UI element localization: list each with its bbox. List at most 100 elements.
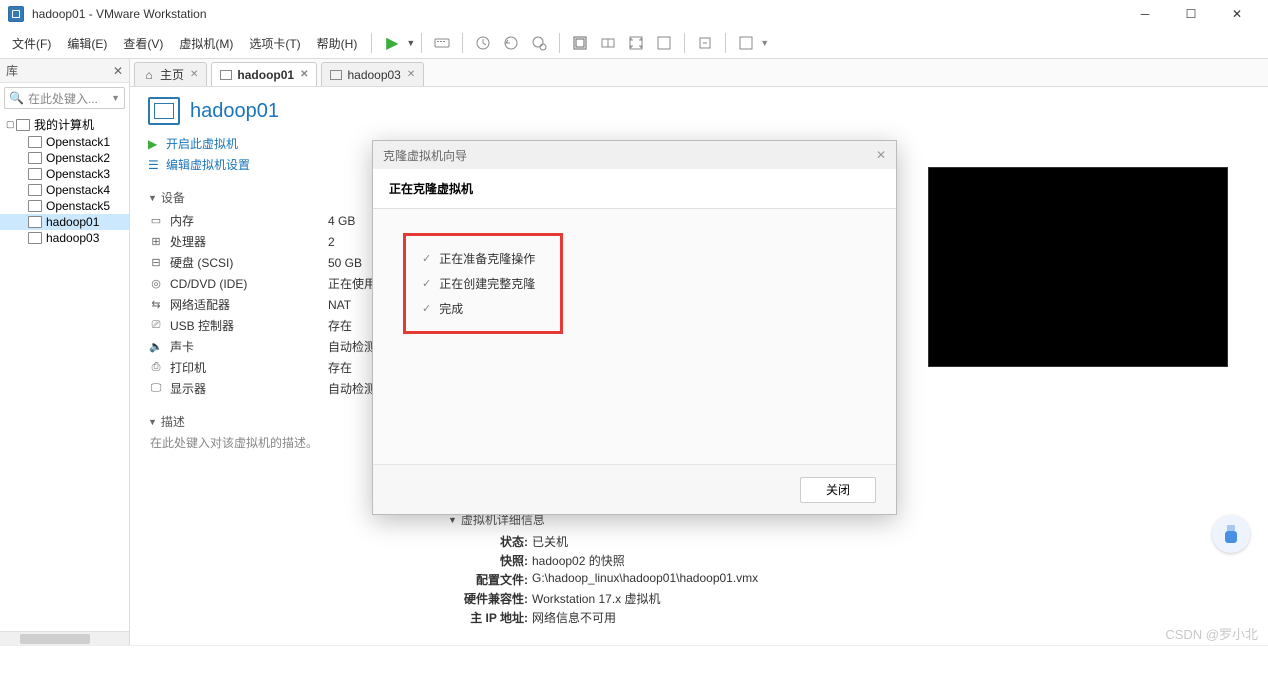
device-label: CD/DVD (IDE) <box>170 277 328 291</box>
menu-vm[interactable]: 虚拟机(M) <box>171 31 241 56</box>
description-title: 描述 <box>161 413 185 430</box>
search-dropdown-icon[interactable]: ▼ <box>111 93 120 103</box>
tree-item-label: Openstack2 <box>46 151 110 165</box>
tab-close-icon[interactable]: ✕ <box>407 69 415 80</box>
tree-item-Openstack5[interactable]: Openstack5 <box>0 198 129 214</box>
app-icon <box>8 6 24 22</box>
menu-file[interactable]: 文件(F) <box>4 31 59 56</box>
minimize-button[interactable]: ─ <box>1122 0 1168 28</box>
devices-title: 设备 <box>161 189 185 206</box>
detail-row: 快照:hadoop02 的快照 <box>448 551 1250 570</box>
view-console-button[interactable] <box>566 29 594 57</box>
close-button[interactable]: ✕ <box>1214 0 1260 28</box>
detail-row: 主 IP 地址:网络信息不可用 <box>448 608 1250 627</box>
separator <box>462 33 463 53</box>
detail-row: 配置文件:G:\hadoop_linux\hadoop01\hadoop01.v… <box>448 570 1250 589</box>
vm-icon <box>28 232 42 244</box>
clock-gear-icon <box>531 35 547 51</box>
power-on-button[interactable]: ▶ <box>378 29 406 57</box>
device-icon: ⎚ <box>148 319 164 333</box>
tree-item-label: Openstack1 <box>46 135 110 149</box>
tab-label: 主页 <box>160 66 184 83</box>
revert-snapshot-button[interactable] <box>497 29 525 57</box>
device-row[interactable]: ⊞处理器2 <box>148 231 408 252</box>
detail-row: 硬件兼容性:Workstation 17.x 虚拟机 <box>448 589 1250 608</box>
tree-root[interactable]: ▢ 我的计算机 <box>0 115 129 134</box>
device-row[interactable]: ⇆网络适配器NAT <box>148 294 408 315</box>
stretch-button[interactable] <box>691 29 719 57</box>
cycle-dropdown-icon[interactable]: ▼ <box>760 38 769 48</box>
tab-close-icon[interactable]: ✕ <box>190 69 198 80</box>
tree-item-hadoop03[interactable]: hadoop03 <box>0 230 129 246</box>
device-icon: ⇆ <box>148 298 164 312</box>
power-on-label: 开启此虚拟机 <box>166 135 238 152</box>
home-icon: ⌂ <box>143 69 155 81</box>
single-pane-icon <box>572 35 588 51</box>
tree-item-label: hadoop03 <box>46 231 99 245</box>
separator <box>725 33 726 53</box>
device-label: 网络适配器 <box>170 296 328 313</box>
unity-button[interactable] <box>650 29 678 57</box>
fullscreen-button[interactable] <box>622 29 650 57</box>
dual-pane-icon <box>600 35 616 51</box>
view-thumbnail-button[interactable] <box>594 29 622 57</box>
clock-back-icon <box>503 35 519 51</box>
tree-root-label: 我的计算机 <box>34 116 94 133</box>
detail-key: 快照: <box>448 552 528 569</box>
watermark: CSDN @罗小北 <box>1165 624 1258 643</box>
device-row[interactable]: ▭内存4 GB <box>148 210 408 231</box>
tab-home[interactable]: ⌂ 主页 ✕ <box>134 62 207 86</box>
vm-tree: ▢ 我的计算机 Openstack1Openstack2Openstack3Op… <box>0 113 129 631</box>
stretch-icon <box>697 35 713 51</box>
cycle-button[interactable] <box>732 29 760 57</box>
device-row[interactable]: ⎚USB 控制器存在 <box>148 315 408 336</box>
clock-icon <box>475 35 491 51</box>
search-input[interactable]: 🔍 在此处键入... ▼ <box>4 87 125 109</box>
menu-view[interactable]: 查看(V) <box>115 31 171 56</box>
menu-help[interactable]: 帮助(H) <box>309 31 366 56</box>
tab-hadoop03[interactable]: hadoop03 ✕ <box>321 62 424 86</box>
tree-item-hadoop01[interactable]: hadoop01 <box>0 214 129 230</box>
sidebar-scrollbar[interactable] <box>0 631 129 645</box>
vm-icon <box>28 168 42 180</box>
device-row[interactable]: ⊟硬盘 (SCSI)50 GB <box>148 252 408 273</box>
menu-edit[interactable]: 编辑(E) <box>59 31 115 56</box>
dialog-close-icon[interactable]: ✕ <box>876 148 886 162</box>
device-label: 打印机 <box>170 359 328 376</box>
tab-hadoop01[interactable]: hadoop01 ✕ <box>211 62 317 86</box>
device-row[interactable]: ⎙打印机存在 <box>148 357 408 378</box>
dialog-titlebar: 克隆虚拟机向导 ✕ <box>373 141 896 169</box>
snapshot-button[interactable] <box>469 29 497 57</box>
library-close-icon[interactable]: ✕ <box>113 64 123 78</box>
maximize-button[interactable]: ☐ <box>1168 0 1214 28</box>
menu-tabs[interactable]: 选项卡(T) <box>241 31 308 56</box>
detail-key: 状态: <box>448 533 528 550</box>
computer-icon <box>16 119 30 131</box>
send-ctrl-alt-del-button[interactable] <box>428 29 456 57</box>
device-icon: ⊞ <box>148 235 164 249</box>
snapshot-manager-button[interactable] <box>525 29 553 57</box>
tab-close-icon[interactable]: ✕ <box>300 69 308 80</box>
device-row[interactable]: 🖵显示器自动检测 <box>148 378 408 399</box>
separator <box>559 33 560 53</box>
tree-item-Openstack4[interactable]: Openstack4 <box>0 182 129 198</box>
window-title: hadoop01 - VMware Workstation <box>32 7 1122 21</box>
tree-item-Openstack2[interactable]: Openstack2 <box>0 150 129 166</box>
dialog-subtitle: 正在克隆虚拟机 <box>373 169 896 209</box>
detail-key: 配置文件: <box>448 571 528 588</box>
dialog-close-button[interactable]: 关闭 <box>800 477 876 503</box>
vm-preview[interactable] <box>928 167 1228 367</box>
step-label: 正在准备克隆操作 <box>439 250 535 267</box>
clone-wizard-dialog: 克隆虚拟机向导 ✕ 正在克隆虚拟机 ✓正在准备克隆操作✓正在创建完整克隆✓完成 … <box>372 140 897 515</box>
device-label: 硬盘 (SCSI) <box>170 254 328 271</box>
search-icon: 🔍 <box>9 91 24 105</box>
library-header: 库 ✕ <box>0 59 129 83</box>
vm-icon <box>330 70 342 80</box>
dialog-footer: 关闭 <box>373 464 896 514</box>
tree-item-Openstack1[interactable]: Openstack1 <box>0 134 129 150</box>
device-row[interactable]: ◎CD/DVD (IDE)正在使用 <box>148 273 408 294</box>
usb-device-indicator[interactable] <box>1212 515 1250 553</box>
tree-item-Openstack3[interactable]: Openstack3 <box>0 166 129 182</box>
power-dropdown-icon[interactable]: ▼ <box>406 38 415 48</box>
device-row[interactable]: 🔈声卡自动检测 <box>148 336 408 357</box>
